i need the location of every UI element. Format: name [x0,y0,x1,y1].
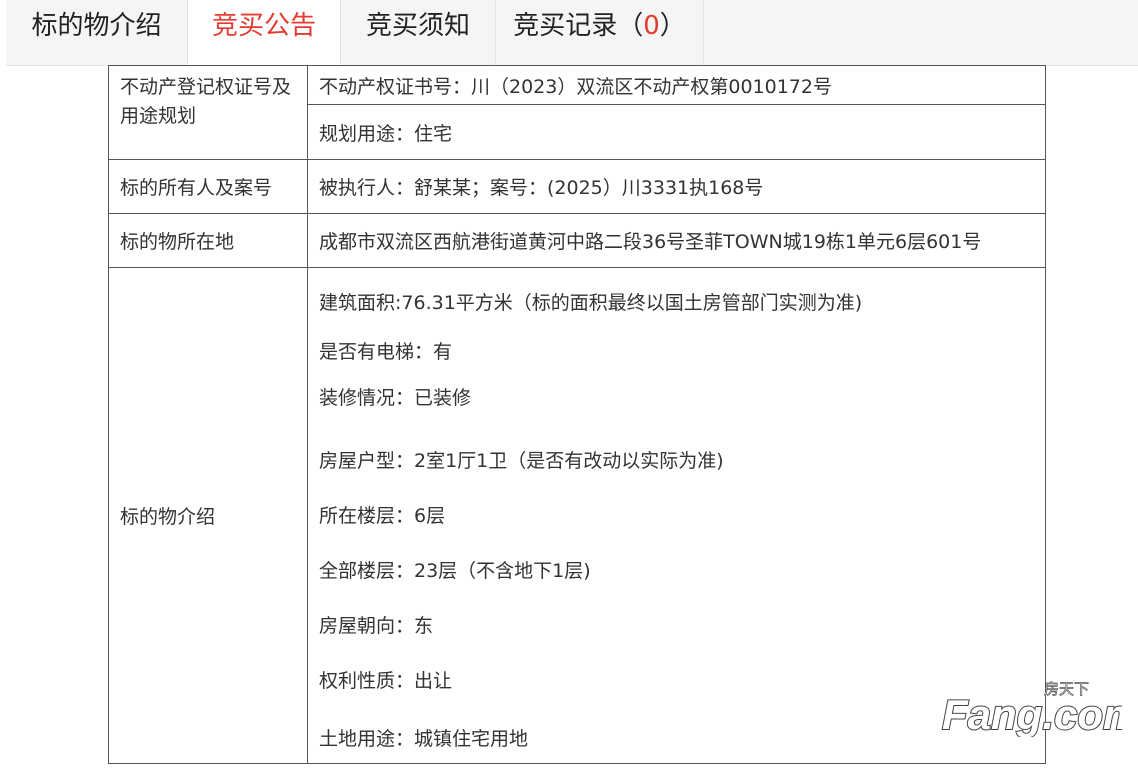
tab-item-introduction[interactable]: 标的物介绍 [6,0,188,65]
tab-label: 标的物介绍 [31,11,161,41]
tab-bar: 标的物介绍 竞买公告 竞买须知 竞买记录（0） [6,0,1138,66]
table-row: 标的物介绍 建筑面积:76.31平方米（标的面积最终以国土房管部门实测为准) 是… [109,268,1046,764]
detail-total-floors: 全部楼层：23层（不含地下1层) [319,538,1045,593]
table-row: 标的所有人及案号 被执行人：舒某某；案号：(2025）川3331执168号 [109,160,1046,214]
row-label: 标的所有人及案号 [120,177,272,199]
fang-logo-icon: 房天下 Fang.com [936,677,1122,737]
row-label-cell: 不动产登记权证号及用途规划 [109,66,308,160]
row-value-cell: 成都市双流区西航港街道黄河中路二段36号圣菲TOWN城19栋1单元6层601号 [308,214,1046,268]
fang-watermark-logo: 房天下 Fang.com [936,677,1122,737]
row-label: 不动产登记权证号及用途规划 [120,73,307,131]
detail-building-area: 建筑面积:76.31平方米（标的面积最终以国土房管部门实测为准) [319,278,1045,328]
tab-label: 竞买公告 [212,11,316,41]
bid-count-badge: 0 [643,11,660,41]
row-label-cell: 标的所有人及案号 [109,160,308,214]
detail-orientation: 房屋朝向：东 [319,593,1045,648]
owner-and-case-number: 被执行人：舒某某；案号：(2025）川3331执168号 [319,177,763,199]
planned-use: 规划用途：住宅 [308,105,1045,159]
detail-elevator: 是否有电梯：有 [319,328,1045,376]
tab-label-suffix: ） [660,11,686,41]
row-value-cell: 不动产权证书号：川（2023）双流区不动产权第0010172号 规划用途：住宅 [308,66,1046,160]
row-label-cell: 标的物介绍 [109,268,308,764]
table-row: 标的物所在地 成都市双流区西航港街道黄河中路二段36号圣菲TOWN城19栋1单元… [109,214,1046,268]
row-label: 标的物介绍 [120,506,215,528]
detail-layout: 房屋户型：2室1厅1卫（是否有改动以实际为准) [319,428,1045,483]
property-info-table: 不动产登记权证号及用途规划 不动产权证书号：川（2023）双流区不动产权第001… [108,65,1046,764]
detail-decoration: 装修情况：已装修 [319,376,1045,428]
row-value-cell: 建筑面积:76.31平方米（标的面积最终以国土房管部门实测为准) 是否有电梯：有… [308,268,1046,764]
tab-label: 竞买记录（ [513,11,643,41]
watermark-brand-text: Fang.com [942,691,1122,737]
row-label-cell: 标的物所在地 [109,214,308,268]
certificate-number: 不动产权证书号：川（2023）双流区不动产权第0010172号 [308,66,1045,105]
detail-floor: 所在楼层：6层 [319,483,1045,538]
tab-auction-notice[interactable]: 竞买须知 [341,0,496,65]
row-label: 标的物所在地 [120,231,234,253]
tab-auction-announcement[interactable]: 竞买公告 [188,0,341,66]
tab-label: 竞买须知 [366,11,470,41]
row-value-cell: 被执行人：舒某某；案号：(2025）川3331执168号 [308,160,1046,214]
property-location: 成都市双流区西航港街道黄河中路二段36号圣菲TOWN城19栋1单元6层601号 [319,231,981,253]
table-row: 不动产登记权证号及用途规划 不动产权证书号：川（2023）双流区不动产权第001… [109,66,1046,160]
tab-bid-records[interactable]: 竞买记录（0） [496,0,704,65]
